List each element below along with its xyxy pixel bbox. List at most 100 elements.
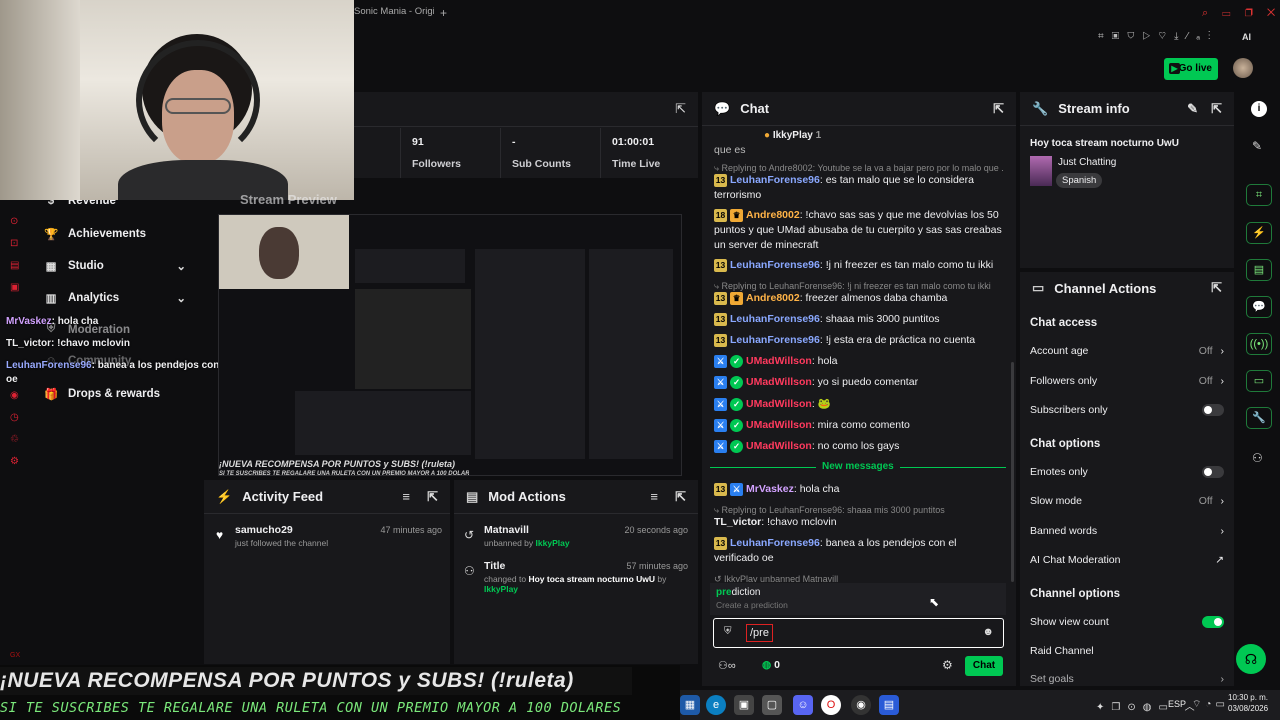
slow-mode-row[interactable]: Slow mode Off › — [1030, 495, 1224, 507]
emotes-only-toggle[interactable] — [1202, 466, 1224, 478]
chat-message: 13 LeuhanForense96: !j esta era de prácti… — [714, 333, 976, 347]
stat-time: 01:00:01 Time Live — [612, 136, 661, 170]
channel-points[interactable]: ◍ 0 — [762, 659, 780, 671]
filter-icon[interactable]: ≡ — [402, 489, 410, 504]
rail-bolt-icon[interactable]: ⚡ — [1246, 222, 1272, 244]
info-icon[interactable]: i — [1251, 101, 1267, 117]
channel-actions-header: ▭ Channel Actions ⇱ — [1032, 280, 1222, 296]
stream-preview[interactable]: ¡NUEVA RECOMPENSA POR PUNTOS y SUBS! (!r… — [218, 214, 682, 476]
stat-sep — [500, 128, 501, 178]
chat-system-line: ↺ IkkyPlay unbanned Matnavill — [714, 574, 839, 582]
mod-badge-icon: ⚔ — [714, 375, 727, 389]
popout-icon[interactable]: ⇱ — [993, 101, 1004, 117]
browser-toolbar-icons[interactable]: ⌗▣⛉▷♡⤓⁄ₐ⋮ — [1098, 31, 1218, 42]
opera-icon[interactable]: O — [821, 695, 841, 715]
chat-scrollbar[interactable] — [1011, 362, 1014, 582]
sidebar-icon[interactable]: ◷ — [10, 412, 22, 424]
verified-icon: ✓ — [730, 375, 743, 389]
chat-message: ⚔ ✓ UMadWillson: yo si puedo comentar — [714, 375, 1004, 390]
chevron-right-icon: › — [1220, 375, 1225, 387]
user-edit-icon: ⚇ — [464, 564, 475, 578]
chat-send-button[interactable]: Chat — [965, 656, 1003, 676]
clock-time[interactable]: 10:30 p. m. — [1228, 693, 1268, 702]
account-age-row[interactable]: Account age Off › — [1030, 345, 1224, 357]
pencil-icon[interactable]: ✎ — [1252, 139, 1262, 153]
sidebar-icon[interactable]: ▣ — [10, 282, 22, 294]
edit-icon[interactable]: ✎ — [1187, 101, 1198, 117]
sidebar-item-analytics[interactable]: ▥ Analytics ⌄ — [44, 291, 186, 305]
taskbar-app-icon[interactable]: ▤ — [879, 695, 899, 715]
followers-only-row[interactable]: Followers only Off › — [1030, 375, 1224, 387]
chat-options-heading: Chat options — [1030, 438, 1101, 450]
sidebar-item-drops[interactable]: 🎁 Drops & rewards — [44, 387, 160, 401]
pinned-leaderboard[interactable]: ● IkkyPlay 1 — [764, 130, 821, 141]
subscribers-only-row[interactable]: Subscribers only — [1030, 404, 1224, 416]
rail-users-icon[interactable]: ⚇ — [1252, 451, 1263, 465]
taskbar-app-icon[interactable]: ▣ — [734, 695, 754, 715]
popout-icon[interactable]: ⇱ — [427, 489, 438, 505]
mod-badge-icon: ⚔ — [714, 418, 727, 432]
verified-icon: ✓ — [730, 418, 743, 432]
chevron-right-icon: › — [1220, 345, 1225, 357]
sidebar-item-achievements[interactable]: 🏆 Achievements — [44, 227, 146, 241]
rail-capture-icon[interactable]: ⌗ — [1246, 184, 1272, 206]
chat-settings-icon[interactable]: ⚙ — [942, 658, 953, 672]
subscribers-only-toggle[interactable] — [1202, 404, 1224, 416]
ai-moderation-row[interactable]: AI Chat Moderation ↗ — [1030, 554, 1224, 566]
sidebar-icon[interactable]: ▤ — [10, 260, 22, 272]
show-view-count-row[interactable]: Show view count — [1030, 616, 1224, 628]
rail-chat-icon[interactable]: 💬 — [1246, 296, 1272, 318]
window-controls[interactable]: ⌕▭❐✕ — [1202, 7, 1280, 20]
show-view-count-toggle[interactable] — [1202, 616, 1224, 628]
preview-title: Stream Preview — [240, 192, 337, 207]
support-button[interactable]: ☊ — [1236, 644, 1266, 674]
chevron-down-icon: ⌄ — [176, 293, 186, 305]
rail-wrench-icon[interactable]: 🔧 — [1246, 407, 1272, 429]
chat-message: ⚔ ✓ UMadWillson: no como los gays — [714, 439, 1004, 454]
rail-broadcast-icon[interactable]: ((•)) — [1246, 333, 1272, 355]
taskbar-app-icon[interactable]: ▢ — [762, 695, 782, 715]
preview-feed — [295, 391, 471, 455]
banner-line2: SI TE SUSCRIBES TE REGALARE UNA RULETA C… — [0, 700, 622, 716]
emotes-only-row[interactable]: Emotes only — [1030, 466, 1224, 478]
network-icons[interactable]: ⌔◔▭ — [1192, 698, 1229, 711]
sidebar-icon[interactable]: ⊙ — [10, 216, 22, 228]
chat-users-icon[interactable]: ⚇∞ — [718, 659, 736, 672]
mod-action-item: ⚇ Title changed to Hoy toca stream noctu… — [464, 560, 688, 594]
rail-panel-icon[interactable]: ▭ — [1246, 370, 1272, 392]
rail-list-icon[interactable]: ▤ — [1246, 259, 1272, 281]
category-name[interactable]: Just Chatting — [1058, 157, 1116, 168]
chat-message: ⚔ ✓ UMadWillson: 🐸 — [714, 397, 1004, 412]
new-tab-icon[interactable]: + — [440, 6, 447, 20]
clock-date[interactable]: 03/08/2026 — [1228, 704, 1268, 713]
avatar[interactable] — [1233, 58, 1253, 78]
channel-options-heading: Channel options — [1030, 588, 1121, 600]
headphones — [136, 40, 260, 160]
sidebar-icon[interactable]: ♲ — [10, 434, 22, 446]
sidebar-icon[interactable]: ⊡ — [10, 238, 22, 250]
chat-input[interactable]: ⛨ /pre ☻ — [713, 618, 1004, 648]
edge-icon[interactable]: e — [706, 695, 726, 715]
popout-icon[interactable]: ⇱ — [1211, 101, 1222, 117]
language-indicator[interactable]: ESP — [1168, 699, 1186, 709]
filter-icon[interactable]: ≡ — [650, 489, 658, 504]
taskbar-app-icon[interactable]: ▦ — [680, 695, 700, 715]
sidebar-item-studio[interactable]: ▦ Studio ⌄ — [44, 259, 186, 273]
raid-channel-row[interactable]: Raid Channel — [1030, 645, 1224, 657]
banned-words-row[interactable]: Banned words › — [1030, 525, 1224, 537]
go-live-button[interactable]: ▶ Go live — [1164, 58, 1218, 80]
mod-action-item: ↺ Matnavill unbanned by IkkyPlay 20 seco… — [464, 524, 688, 548]
browser-tab[interactable]: Sonic Mania - Origi — [354, 6, 434, 24]
shield-icon[interactable]: ⛨ — [724, 626, 732, 637]
emote-icon[interactable]: ☻ — [982, 626, 994, 638]
cut-row[interactable]: Set goals › — [1030, 674, 1224, 684]
command-suggestion[interactable]: prepredictiondiction Create a prediction — [710, 583, 1006, 615]
popout-icon[interactable]: ⇱ — [1211, 280, 1222, 296]
sidebar-icon[interactable]: ⚙ — [10, 456, 22, 468]
discord-icon[interactable]: ☺ — [793, 695, 813, 715]
obs-icon[interactable]: ◉ — [851, 695, 871, 715]
sidebar-icon[interactable]: ◉ — [10, 390, 22, 402]
popout-icon[interactable]: ⇱ — [675, 101, 686, 117]
ai-label[interactable]: AI — [1242, 32, 1251, 42]
popout-icon[interactable]: ⇱ — [675, 489, 686, 505]
